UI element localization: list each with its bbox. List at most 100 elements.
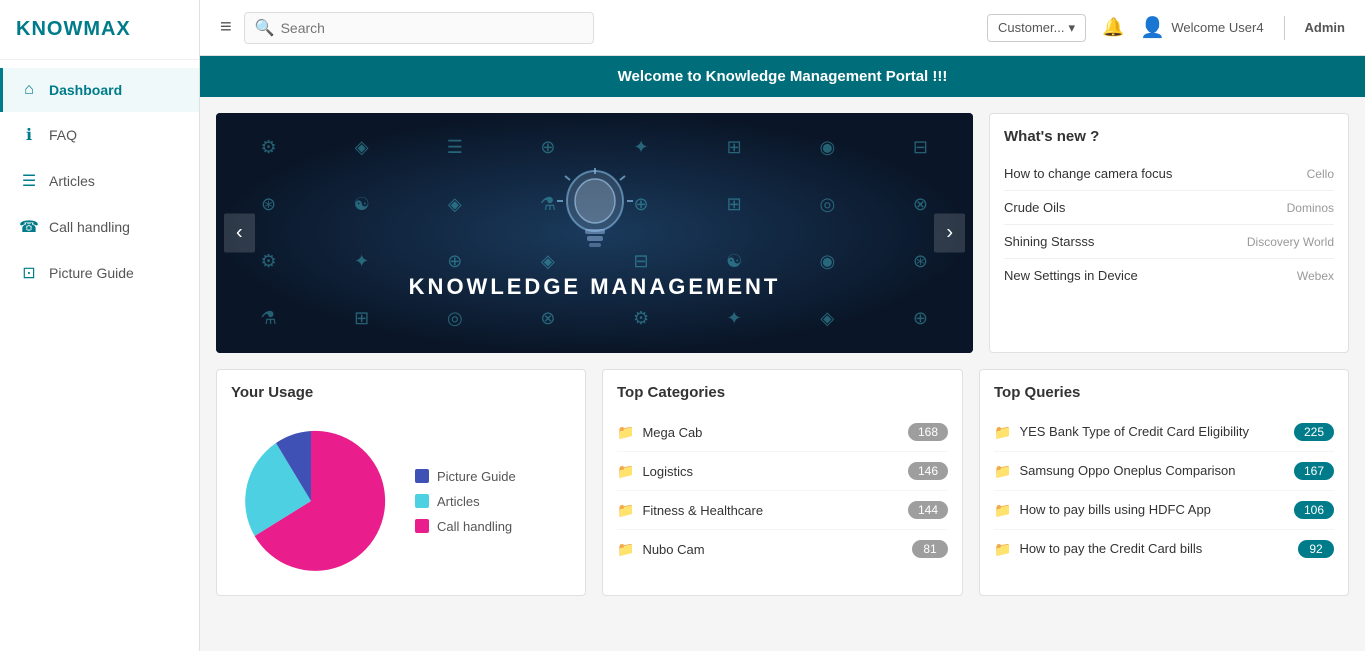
lightbulb-icon (555, 166, 635, 266)
home-icon: ⌂ (19, 81, 39, 99)
query-count: 106 (1294, 501, 1334, 519)
banner-text: Welcome to Knowledge Management Portal !… (618, 68, 948, 85)
tech-icon: ◎ (783, 178, 872, 231)
customer-dropdown[interactable]: Customer... ▾ (987, 14, 1086, 42)
whats-new-item-label: Shining Starsss (1004, 234, 1094, 249)
category-left: 📁 Mega Cab (617, 424, 702, 441)
whats-new-item[interactable]: How to change camera focus Cello (1004, 157, 1334, 191)
topbar-right: Customer... ▾ 🔔 👤 Welcome User4 Admin (987, 14, 1345, 42)
welcome-banner: Welcome to Knowledge Management Portal !… (200, 56, 1365, 97)
tech-icon: ◈ (317, 121, 406, 174)
your-usage-title: Your Usage (231, 384, 571, 401)
hamburger-icon[interactable]: ≡ (220, 16, 232, 39)
legend-label: Picture Guide (437, 469, 516, 484)
customer-dropdown-label: Customer... (998, 20, 1064, 35)
folder-icon: 📁 (994, 541, 1011, 558)
top-queries-panel: Top Queries 📁 YES Bank Type of Credit Ca… (979, 369, 1349, 596)
category-item[interactable]: 📁 Logistics 146 (617, 452, 948, 491)
carousel-next-button[interactable]: › (934, 214, 965, 253)
chevron-down-icon: ▾ (1068, 20, 1075, 36)
user-avatar-icon: 👤 (1140, 15, 1165, 40)
query-count: 167 (1294, 462, 1334, 480)
phone-icon: ☎ (19, 217, 39, 237)
whats-new-item[interactable]: Shining Starsss Discovery World (1004, 225, 1334, 259)
sidebar-item-label: Picture Guide (49, 265, 134, 281)
whats-new-item-label: How to change camera focus (1004, 166, 1172, 181)
legend-color-call-handling (415, 519, 429, 533)
welcome-text: Welcome User4 (1171, 20, 1263, 35)
carousel-title: KNOWLEDGE MANAGEMENT (409, 274, 781, 300)
sidebar: KNOWMAX ⌂ Dashboard ℹ FAQ ☰ Articles ☎ C… (0, 0, 200, 651)
query-item[interactable]: 📁 Samsung Oppo Oneplus Comparison 167 (994, 452, 1334, 491)
sidebar-item-label: Call handling (49, 219, 130, 235)
logo-text: KNOWMAX (16, 18, 131, 40)
legend-label: Articles (437, 494, 480, 509)
tech-icon: ⊞ (317, 292, 406, 345)
category-count: 146 (908, 462, 948, 480)
sidebar-item-label: Dashboard (49, 82, 122, 98)
query-label: Samsung Oppo Oneplus Comparison (1019, 463, 1235, 480)
whats-new-title: What's new ? (1004, 128, 1334, 145)
carousel-prev-button[interactable]: ‹ (224, 214, 255, 253)
category-count: 168 (908, 423, 948, 441)
info-icon: ℹ (19, 125, 39, 145)
folder-icon: 📁 (617, 541, 634, 558)
search-bar[interactable]: 🔍 (244, 12, 594, 44)
tech-icon: ✦ (317, 235, 406, 288)
whats-new-item-brand: Discovery World (1247, 235, 1334, 249)
whats-new-item-brand: Dominos (1287, 201, 1334, 215)
carousel-content: KNOWLEDGE MANAGEMENT (409, 166, 781, 300)
category-label: Fitness & Healthcare (642, 503, 763, 518)
category-label: Mega Cab (642, 425, 702, 440)
folder-icon: 📁 (994, 463, 1011, 480)
folder-icon: 📁 (617, 502, 634, 519)
sidebar-item-dashboard[interactable]: ⌂ Dashboard (0, 68, 199, 112)
whats-new-item-label: Crude Oils (1004, 200, 1065, 215)
pie-chart (231, 421, 391, 581)
vertical-divider (1284, 16, 1285, 40)
legend-item-picture-guide: Picture Guide (415, 469, 516, 484)
whats-new-item-label: New Settings in Device (1004, 268, 1138, 283)
sidebar-item-faq[interactable]: ℹ FAQ (0, 112, 199, 158)
query-item[interactable]: 📁 How to pay bills using HDFC App 106 (994, 491, 1334, 530)
category-left: 📁 Fitness & Healthcare (617, 502, 763, 519)
topbar: ≡ 🔍 Customer... ▾ 🔔 👤 Welcome User4 Admi… (200, 0, 1365, 56)
category-item[interactable]: 📁 Nubo Cam 81 (617, 530, 948, 568)
legend-color-picture-guide (415, 469, 429, 483)
main-content: ≡ 🔍 Customer... ▾ 🔔 👤 Welcome User4 Admi… (200, 0, 1365, 651)
search-input[interactable] (281, 20, 583, 36)
query-left: 📁 YES Bank Type of Credit Card Eligibili… (994, 424, 1286, 441)
sidebar-item-call-handling[interactable]: ☎ Call handling (0, 204, 199, 250)
query-label: How to pay bills using HDFC App (1019, 502, 1210, 519)
category-left: 📁 Nubo Cam (617, 541, 705, 558)
tech-icon: ⚙ (224, 121, 313, 174)
whats-new-item-brand: Webex (1297, 269, 1334, 283)
pie-chart-container: Picture Guide Articles Call handling (231, 413, 571, 581)
whats-new-item[interactable]: Crude Oils Dominos (1004, 191, 1334, 225)
sidebar-item-label: FAQ (49, 127, 77, 143)
category-count: 81 (912, 540, 948, 558)
folder-icon: 📁 (994, 502, 1011, 519)
whats-new-item[interactable]: New Settings in Device Webex (1004, 259, 1334, 292)
your-usage-panel: Your Usage (216, 369, 586, 596)
sidebar-nav: ⌂ Dashboard ℹ FAQ ☰ Articles ☎ Call hand… (0, 60, 199, 296)
query-left: 📁 How to pay bills using HDFC App (994, 502, 1286, 519)
query-left: 📁 How to pay the Credit Card bills (994, 541, 1290, 558)
logo: KNOWMAX (0, 0, 199, 60)
user-info: 👤 Welcome User4 (1140, 15, 1263, 40)
category-item[interactable]: 📁 Fitness & Healthcare 144 (617, 491, 948, 530)
category-item[interactable]: 📁 Mega Cab 168 (617, 413, 948, 452)
bottom-panels: Your Usage (216, 369, 1349, 596)
whats-new-panel: What's new ? How to change camera focus … (989, 113, 1349, 353)
whats-new-item-brand: Cello (1307, 167, 1334, 181)
tech-icon: ⊟ (876, 121, 965, 174)
query-label: YES Bank Type of Credit Card Eligibility (1019, 424, 1249, 441)
category-label: Nubo Cam (642, 542, 704, 557)
query-item[interactable]: 📁 How to pay the Credit Card bills 92 (994, 530, 1334, 568)
query-count: 92 (1298, 540, 1334, 558)
sidebar-item-picture-guide[interactable]: ⊡ Picture Guide (0, 250, 199, 296)
sidebar-item-articles[interactable]: ☰ Articles (0, 158, 199, 204)
tech-icon: ⚗ (224, 292, 313, 345)
query-item[interactable]: 📁 YES Bank Type of Credit Card Eligibili… (994, 413, 1334, 452)
bell-icon[interactable]: 🔔 (1102, 17, 1124, 38)
